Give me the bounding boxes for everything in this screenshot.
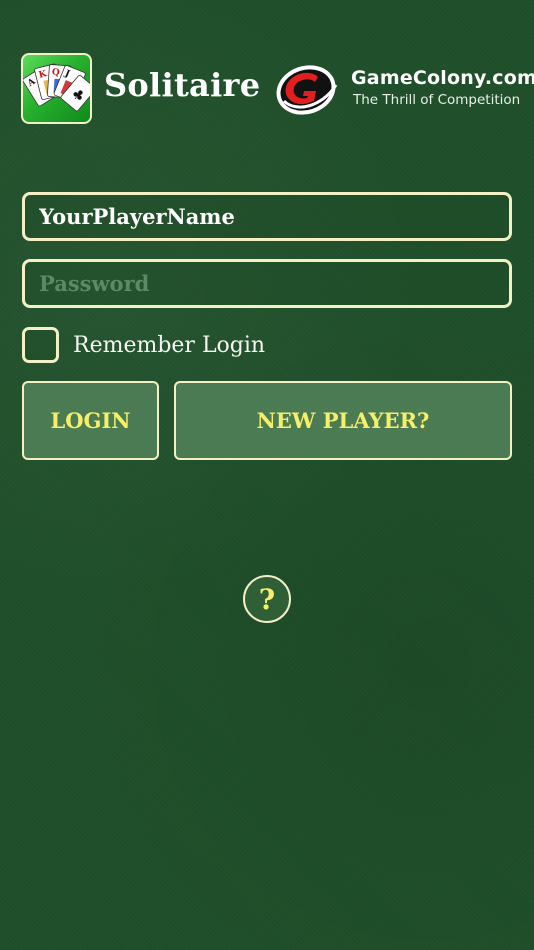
remember-login-label: Remember Login xyxy=(73,332,266,358)
brand-tagline: The Thrill of Competition xyxy=(353,92,521,108)
password-input[interactable] xyxy=(22,259,512,308)
remember-login-row[interactable]: Remember Login xyxy=(22,327,265,363)
username-input[interactable] xyxy=(22,192,512,241)
header: A K Q J ♣ Solitaire GameColony.com The T… xyxy=(0,0,534,140)
app-title: Solitaire xyxy=(104,66,261,104)
svg-text:Q: Q xyxy=(52,68,61,79)
new-player-button[interactable]: NEW PLAYER? xyxy=(174,381,512,460)
remember-login-checkbox[interactable] xyxy=(22,327,59,363)
gamecolony-logo xyxy=(276,65,338,115)
solitaire-cards-icon: A K Q J ♣ xyxy=(21,53,92,124)
brand-name: GameColony.com xyxy=(351,67,534,89)
help-button[interactable]: ? xyxy=(243,575,291,623)
login-button[interactable]: LOGIN xyxy=(22,381,159,460)
